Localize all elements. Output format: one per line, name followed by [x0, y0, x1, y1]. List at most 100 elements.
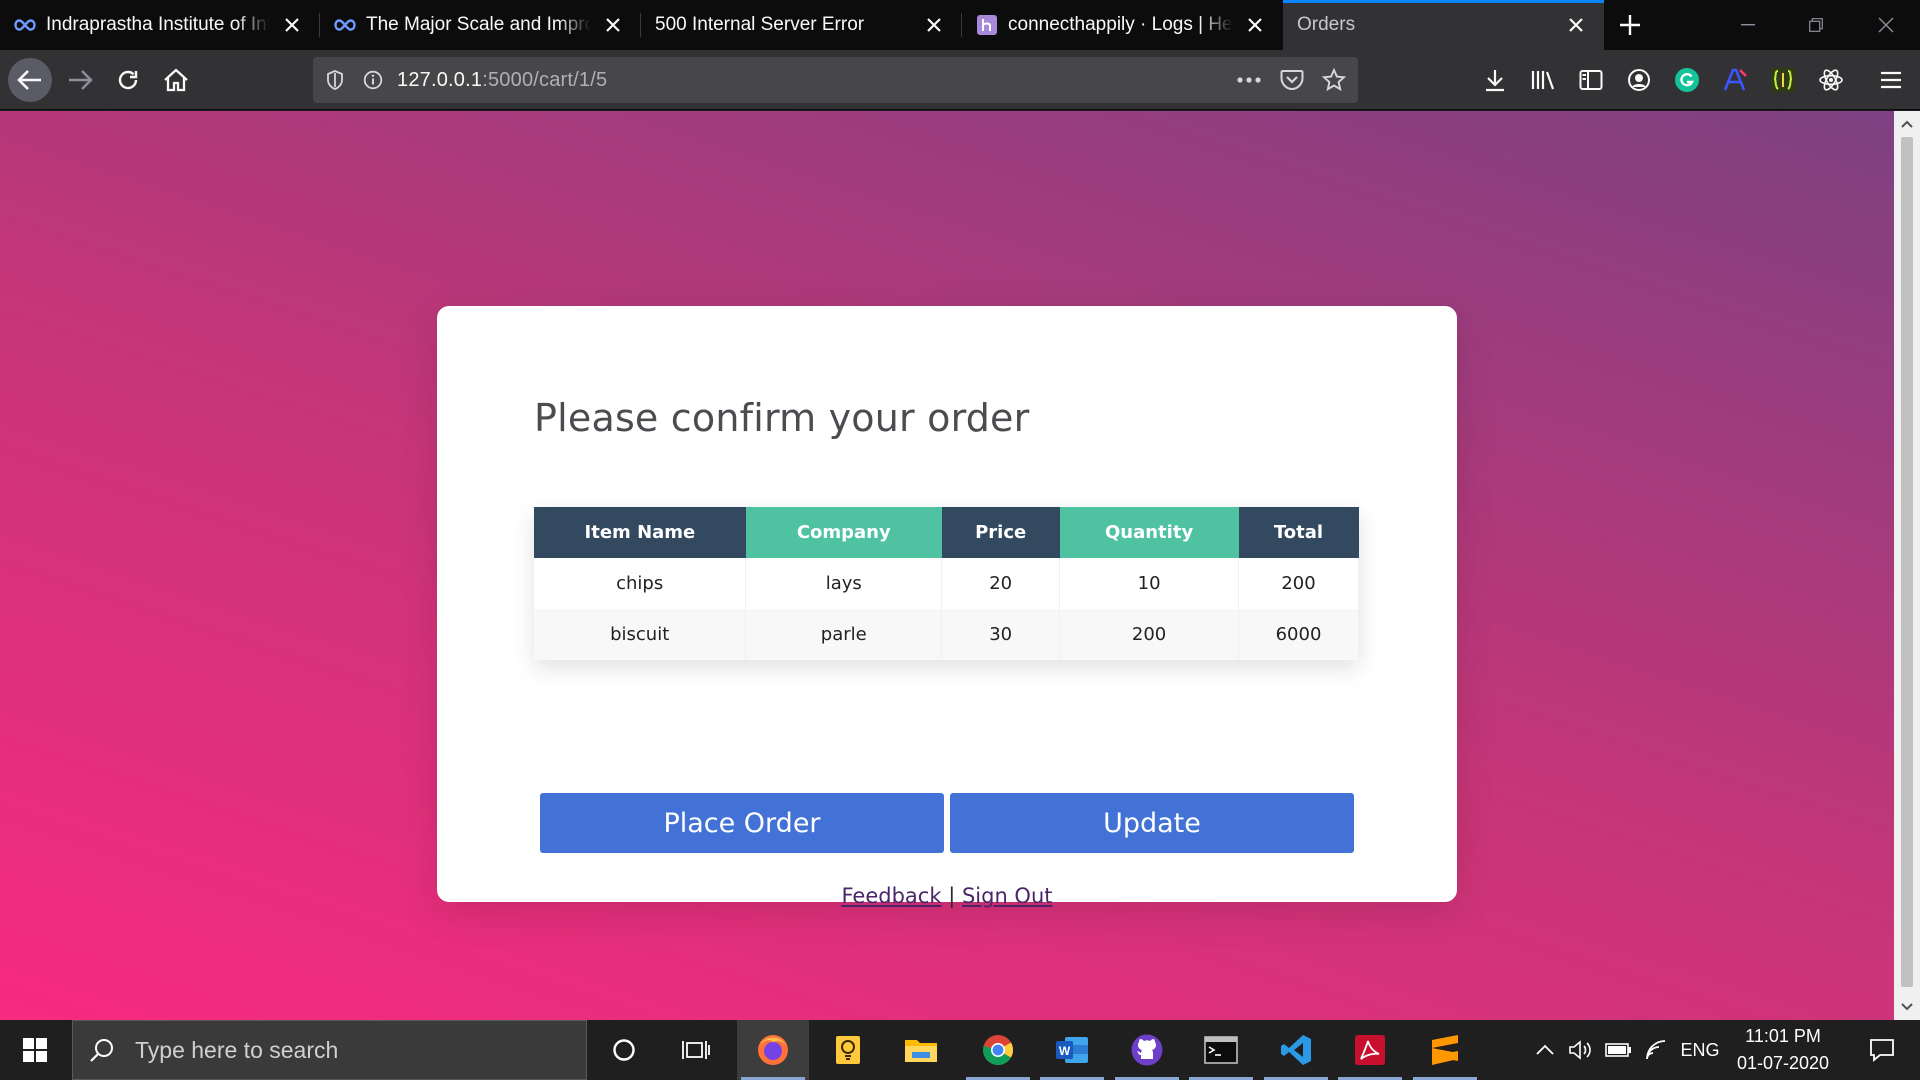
back-button[interactable]: [8, 58, 52, 102]
close-icon[interactable]: [1241, 11, 1269, 39]
column-header-price: Price: [941, 507, 1060, 558]
library-button[interactable]: [1528, 65, 1558, 95]
grammarly-extension[interactable]: [1672, 65, 1702, 95]
speaker-icon: [1569, 1040, 1591, 1060]
cell-item-name: chips: [534, 558, 747, 609]
page-viewport: Please confirm your order Item Name Comp…: [0, 111, 1894, 1020]
url-text: 127.0.0.1:5000/cart/1/5: [397, 68, 608, 91]
info-icon[interactable]: [361, 68, 385, 92]
account-button[interactable]: [1624, 65, 1654, 95]
task-view-button[interactable]: [660, 1020, 732, 1080]
font-extension[interactable]: [1720, 65, 1750, 95]
taskbar-file-explorer[interactable]: [885, 1020, 957, 1080]
cortana-icon: [613, 1039, 635, 1061]
restore-button[interactable]: [1786, 0, 1846, 50]
network-button[interactable]: [1641, 1020, 1673, 1080]
tab-title: Orders: [1297, 14, 1356, 35]
sidebar-icon: [1579, 70, 1603, 90]
react-devtools-extension[interactable]: [1816, 65, 1846, 95]
reload-icon: [118, 70, 138, 90]
cell-company: parle: [745, 609, 943, 660]
notifications-button[interactable]: [1852, 1020, 1912, 1080]
tab-heroku-logs[interactable]: connecthappily · Logs | Heroku: [962, 0, 1283, 50]
taskbar-tips[interactable]: [812, 1020, 884, 1080]
tab-title: connecthappily · Logs | Heroku: [1008, 14, 1233, 35]
menu-button[interactable]: [1876, 65, 1906, 95]
navigation-toolbar: 127.0.0.1:5000/cart/1/5: [0, 50, 1920, 110]
arrow-right-icon: [69, 70, 93, 90]
update-button[interactable]: Update: [950, 793, 1354, 853]
sublime-icon: [1432, 1035, 1458, 1065]
cortana-button[interactable]: [588, 1020, 660, 1080]
battery-button[interactable]: [1603, 1020, 1635, 1080]
place-order-button[interactable]: Place Order: [540, 793, 944, 853]
taskbar-word[interactable]: W: [1036, 1020, 1108, 1080]
wifi-icon: [1646, 1040, 1666, 1060]
library-icon: [1531, 71, 1555, 90]
firefox-icon: [758, 1035, 788, 1065]
start-button[interactable]: [0, 1020, 70, 1080]
infinity-icon: [14, 14, 36, 36]
json-extension[interactable]: [1768, 65, 1798, 95]
window-close-button[interactable]: [1856, 0, 1916, 50]
scroll-down-icon[interactable]: [1894, 996, 1920, 1018]
taskbar-chrome[interactable]: [962, 1020, 1034, 1080]
minimize-icon: [1741, 24, 1755, 26]
taskbar-search-box[interactable]: Type here to search: [72, 1020, 587, 1080]
font-icon: [1723, 68, 1747, 91]
order-table: Item Name Company Price Quantity Total c…: [534, 507, 1359, 660]
forward-button[interactable]: [58, 58, 102, 102]
home-button[interactable]: [154, 58, 198, 102]
terminal-icon: [1204, 1036, 1238, 1064]
arrow-left-icon: [17, 70, 41, 90]
windows-taskbar: Type here to search W ENG 11:01 PM 01-07…: [0, 1020, 1920, 1080]
tab-strip: Indraprastha Institute of Information Th…: [0, 0, 1920, 50]
close-icon[interactable]: [920, 11, 948, 39]
close-icon[interactable]: [278, 11, 306, 39]
shield-icon[interactable]: [323, 68, 347, 92]
feedback-link[interactable]: Feedback: [841, 884, 941, 908]
cell-price: 30: [941, 609, 1061, 660]
pdf-icon: [1355, 1035, 1385, 1065]
address-bar[interactable]: 127.0.0.1:5000/cart/1/5: [313, 57, 1358, 103]
tab-orders[interactable]: Orders: [1283, 0, 1604, 50]
close-icon: [1878, 17, 1894, 33]
bookmark-star-icon[interactable]: [1322, 68, 1346, 92]
reload-button[interactable]: [106, 58, 150, 102]
table-row: biscuit parle 30 200 6000: [534, 609, 1359, 660]
svg-text:W: W: [1059, 1044, 1071, 1058]
tab-server-error[interactable]: 500 Internal Server Error: [641, 0, 962, 50]
taskbar-acrobat[interactable]: [1334, 1020, 1406, 1080]
search-icon: [90, 1039, 113, 1062]
scroll-up-icon[interactable]: [1894, 113, 1920, 135]
cell-price: 20: [941, 558, 1061, 609]
notification-icon: [1870, 1039, 1894, 1062]
page-actions-icon[interactable]: [1237, 68, 1261, 92]
volume-button[interactable]: [1565, 1020, 1597, 1080]
language-indicator[interactable]: ENG: [1678, 1020, 1722, 1080]
pocket-icon[interactable]: [1280, 68, 1304, 92]
taskbar-firefox[interactable]: [737, 1020, 809, 1080]
tab-major-scale[interactable]: The Major Scale and Improvising: [320, 0, 641, 50]
taskbar-github-desktop[interactable]: [1111, 1020, 1183, 1080]
taskbar-sublime-text[interactable]: [1409, 1020, 1481, 1080]
close-icon[interactable]: [599, 11, 627, 39]
vertical-scrollbar[interactable]: [1894, 111, 1920, 1020]
minimize-button[interactable]: [1718, 0, 1778, 50]
taskbar-vscode[interactable]: [1260, 1020, 1332, 1080]
tab-iiit[interactable]: Indraprastha Institute of Information: [0, 0, 320, 50]
show-hidden-icons-button[interactable]: [1530, 1020, 1560, 1080]
new-tab-button[interactable]: [1612, 0, 1648, 50]
close-icon[interactable]: [1562, 11, 1590, 39]
plus-icon: [1620, 15, 1640, 35]
scrollbar-thumb[interactable]: [1901, 137, 1913, 987]
link-separator: |: [948, 884, 956, 908]
downloads-button[interactable]: [1480, 65, 1510, 95]
taskbar-clock[interactable]: 11:01 PM 01-07-2020: [1718, 1020, 1848, 1080]
sidebar-button[interactable]: [1576, 65, 1606, 95]
sign-out-link[interactable]: Sign Out: [962, 884, 1053, 908]
cell-total: 200: [1238, 558, 1359, 609]
clock-time: 11:01 PM: [1745, 1026, 1821, 1046]
download-icon: [1486, 70, 1504, 92]
taskbar-terminal[interactable]: [1185, 1020, 1257, 1080]
